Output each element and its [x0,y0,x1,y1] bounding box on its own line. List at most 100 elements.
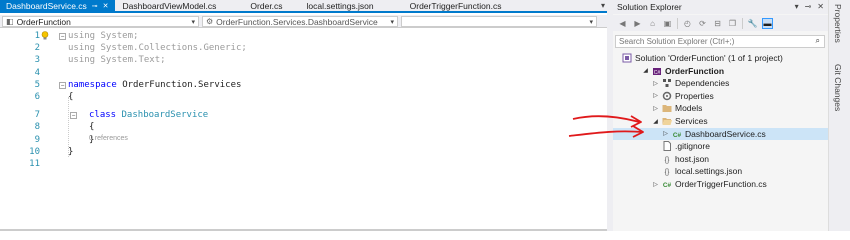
tree-item[interactable]: ▷ Properties [613,90,828,102]
tab-label: DashboardViewModel.cs [122,0,217,11]
tab-dashboardviewmodel[interactable]: DashboardViewModel.cs [115,0,223,11]
solution-explorer-toolbar: ◀ ▶ ⌂ ▣ ◴ ⟳ ⊟ ❐ 🔧 ▬ [613,15,828,31]
code-text: using System.Text; [68,55,166,65]
tab-label: Order.cs [250,0,283,11]
folder-open-icon [662,118,672,125]
tree-item[interactable]: ◢ C# OrderFunction [613,65,828,77]
class-dropdown[interactable]: ⚙ OrderFunction.Services.DashboardServic… [202,16,398,27]
tree-item-label: DashboardService.cs [685,128,766,139]
expand-arrow-icon[interactable]: ▷ [652,80,659,87]
csharp-file-icon: C# [673,132,682,139]
tree-item-label: Dependencies [675,78,730,89]
back-icon[interactable]: ◀ [617,18,628,29]
navigation-bar: ◧ OrderFunction ▾ ⚙ OrderFunction.Servic… [0,15,607,28]
preview-selected-icon[interactable]: ▬ [762,17,773,29]
home-icon[interactable]: ⌂ [647,18,658,29]
show-all-files-icon[interactable]: ❐ [727,18,738,29]
chevron-down-icon: ▾ [390,19,394,26]
close-icon[interactable]: ✕ [103,2,109,10]
forward-icon[interactable]: ▶ [632,18,643,29]
code-token: DashboardService [121,110,209,121]
code-token: namespace [68,79,117,90]
code-line[interactable]: 10} [0,147,600,158]
tab-ordertriggerfunction[interactable]: OrderTriggerFunction.cs [380,0,508,11]
code-line[interactable]: 6{ [0,92,600,103]
code-token: class [89,110,117,121]
expand-arrow-icon[interactable]: ▷ [652,181,659,188]
code-line[interactable]: 5 − namespace OrderFunction.Services [0,80,600,91]
code-line[interactable]: 4 [0,68,600,79]
tree-item-label: local.settings.json [675,166,743,177]
solution-explorer-title: Solution Explorer [617,2,682,12]
expand-arrow-icon[interactable]: ▷ [662,130,669,137]
class-icon: ⚙ [206,17,214,26]
pin-icon[interactable]: ⊸ [805,2,812,11]
collapse-toggle-icon[interactable]: − [59,81,66,89]
svg-text:C#: C# [673,132,682,139]
line-number: 9 [34,134,40,145]
pin-icon[interactable]: ⊸ [92,2,98,10]
tab-label: local.settings.json [306,0,374,11]
tab-overflow-icon[interactable]: ▾ [601,1,605,10]
json-file-icon: {} [665,169,670,176]
code-text: } [68,147,73,157]
line-number: 5 [34,79,40,90]
line-number: 10 [29,146,40,157]
properties-wrench-icon[interactable]: 🔧 [747,18,758,29]
tree-item[interactable]: {} local.settings.json [613,165,828,177]
code-line[interactable]: 11 [0,159,600,170]
tree-item-label: Properties [675,90,714,101]
tree-item[interactable]: Solution 'OrderFunction' (1 of 1 project… [613,52,828,64]
member-dropdown[interactable]: ▾ [401,16,597,27]
tree-item[interactable]: ▷ Dependencies [613,77,828,89]
csharp-project-icon: ◧ [6,17,14,26]
git-changes-side-tab[interactable]: Git Changes [833,64,843,111]
line-number: 3 [34,55,40,66]
search-icon[interactable]: ⌕ [816,36,820,46]
toolbar-separator [742,17,743,29]
sync-icon[interactable]: ⟳ [697,18,708,29]
code-line[interactable]: 8{ [0,122,600,133]
collapse-toggle-icon[interactable]: − [70,112,77,120]
dependencies-icon [663,79,671,88]
code-line[interactable]: 2 using System.Collections.Generic; [0,43,600,54]
code-text: namespace OrderFunction.Services [68,80,241,90]
codelens-references[interactable]: 0 references [89,135,128,142]
collapse-all-icon[interactable]: ⊟ [712,18,723,29]
collapse-arrow-icon[interactable]: ◢ [642,67,649,74]
expand-arrow-icon[interactable]: ▷ [652,92,659,99]
tree-item[interactable]: ▷ C# OrderTriggerFunction.cs [613,178,828,190]
code-area[interactable]: 1− using System; 2 using System.Collections… [0,29,600,231]
properties-side-tab[interactable]: Properties [833,4,843,43]
visual-studio-window: DashboardService.cs ⊸ ✕ DashboardViewMod… [0,0,850,231]
collapse-toggle-icon[interactable]: − [59,33,66,40]
lightbulb-icon[interactable] [41,31,49,41]
code-token: System; [95,31,139,41]
tab-order[interactable]: Order.cs [222,0,288,11]
tab-label: OrderTriggerFunction.cs [409,0,502,11]
code-editor: DashboardService.cs ⊸ ✕ DashboardViewMod… [0,0,607,231]
code-line[interactable]: 3 using System.Text; [0,55,600,66]
window-position-icon[interactable]: ▾ [795,2,799,11]
code-line[interactable]: 7 − class DashboardService [0,110,600,121]
code-token: using [68,31,96,41]
switch-views-icon[interactable]: ▣ [662,18,673,29]
project-dropdown[interactable]: ◧ OrderFunction ▾ [2,16,199,27]
code-token: using [68,43,96,54]
line-number: 6 [34,92,40,102]
close-icon[interactable]: ✕ [817,2,824,11]
class-dropdown-value: OrderFunction.Services.DashboardService [216,16,378,27]
tab-dashboardservice[interactable]: DashboardService.cs ⊸ ✕ [0,0,115,11]
pending-changes-filter-icon[interactable]: ◴ [682,18,693,29]
tree-item[interactable]: {} host.json [613,153,828,165]
code-token: System.Text; [95,55,166,66]
svg-text:C#: C# [654,70,661,76]
tab-local-settings[interactable]: local.settings.json [289,0,380,11]
code-token: System.Collections.Generic; [95,43,247,54]
horizontal-scrollbar[interactable] [0,229,607,231]
line-number: 8 [34,122,40,133]
solution-explorer-search-input[interactable]: Search Solution Explorer (Ctrl+;) ⌕ [615,35,825,48]
document-tab-bar: DashboardService.cs ⊸ ✕ DashboardViewMod… [0,0,607,13]
code-line[interactable]: 1 − using System; [0,31,600,42]
chevron-down-icon: ▾ [589,19,593,26]
